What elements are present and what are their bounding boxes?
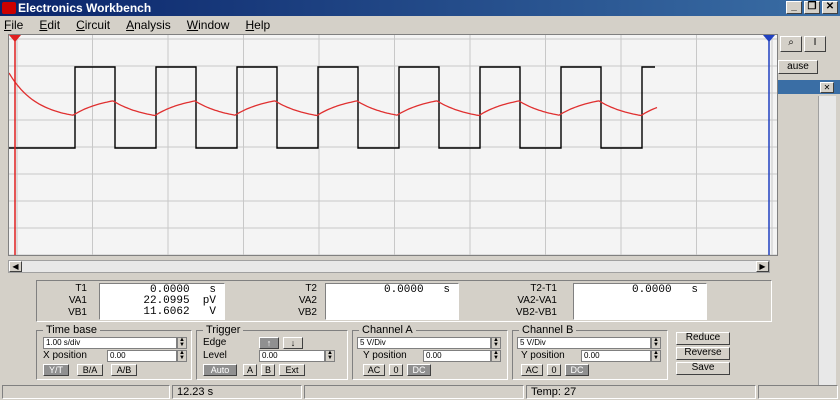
vertical-scrollbar[interactable]	[818, 96, 836, 386]
channel-b-title: Channel B	[519, 324, 577, 336]
restore-button[interactable]: ❐	[804, 1, 820, 14]
status-bar: 12.23 s Temp: 27	[0, 383, 840, 400]
switch-icon[interactable]: I	[804, 36, 826, 52]
status-temp: Temp: 27	[526, 385, 756, 399]
channel-b-scale-field[interactable]: 5 V/Div	[517, 337, 651, 349]
edge-label: Edge	[203, 337, 227, 348]
t2-label: T2	[305, 283, 317, 294]
channel-a-ypos-label: Y position	[363, 350, 407, 361]
side-panel: ⌕ I ause ✕	[778, 34, 840, 386]
menu-help[interactable]: Help	[245, 18, 270, 32]
channel-b-ypos-field[interactable]: 0.00	[581, 350, 651, 362]
va1-label: VA1	[68, 295, 87, 306]
channel-b-zero-button[interactable]: 0	[547, 364, 561, 376]
channel-a-zero-button[interactable]: 0	[389, 364, 403, 376]
dt-label: T2-T1	[530, 283, 557, 294]
xpos-label: X position	[43, 350, 87, 361]
channel-a-title: Channel A	[359, 324, 416, 336]
level-label: Level	[203, 350, 227, 361]
oscilloscope-display[interactable]	[8, 34, 778, 256]
status-time: 12.23 s	[172, 385, 302, 399]
reduce-button[interactable]: Reduce	[676, 332, 730, 345]
timebase-title: Time base	[43, 324, 100, 336]
readout-panel: T1 VA1 VB1 0.0000 s 22.0995 pV 11.6062 V…	[36, 280, 772, 322]
window-title: Electronics Workbench	[18, 1, 152, 15]
menu-bar: File Edit Circuit Analysis Window Help	[0, 16, 840, 33]
menu-window[interactable]: Window	[187, 18, 230, 32]
channel-a-scale-field[interactable]: 5 V/Div	[357, 337, 491, 349]
xpos-spin-icon[interactable]: ▲ ▼	[177, 350, 187, 362]
channel-b-group: Channel B 5 V/Div ▲ ▼ Y position 0.00 ▲ ▼ …	[512, 324, 668, 380]
menu-analysis[interactable]: Analysis	[126, 18, 171, 32]
status-pane-1	[2, 385, 170, 399]
vb2-label: VB2	[298, 307, 317, 318]
app-icon[interactable]	[2, 2, 16, 14]
trigger-title: Trigger	[203, 324, 244, 336]
channel-a-group: Channel A 5 V/Div ▲ ▼ Y position 0.00 ▲ ▼ …	[352, 324, 508, 380]
dt-value: 0.0000 s	[631, 284, 698, 296]
menu-file[interactable]: File	[4, 18, 23, 32]
menu-edit[interactable]: Edit	[39, 18, 60, 32]
trigger-group: Trigger Edge ↑ ↓ Level 0.00 ▲ ▼ Auto A B …	[196, 324, 348, 380]
level-spin-icon[interactable]: ▲ ▼	[325, 350, 335, 362]
ba-button[interactable]: B/A	[77, 364, 103, 376]
difference-readout: 0.0000 s	[573, 283, 707, 320]
channel-a-trace	[9, 72, 658, 117]
scroll-left-icon[interactable]: ◀	[9, 261, 22, 272]
dvb-label: VB2-VB1	[515, 307, 557, 318]
falling-edge-icon[interactable]: ↓	[283, 337, 303, 349]
va2-label: VA2	[298, 295, 317, 306]
channel-b-ypos-label: Y position	[521, 350, 565, 361]
channel-b-ac-button[interactable]: AC	[521, 364, 543, 376]
channel-b-ypos-spin-icon[interactable]: ▲ ▼	[651, 350, 661, 362]
cursor2-readout: 0.0000 s	[325, 283, 459, 320]
timebase-spin-icon[interactable]: ▲ ▼	[177, 337, 187, 349]
channel-a-ypos-field[interactable]: 0.00	[423, 350, 491, 362]
dva-label: VA2-VA1	[517, 295, 557, 306]
save-button[interactable]: Save	[676, 362, 730, 375]
trigger-b-button[interactable]: B	[261, 364, 275, 376]
scroll-right-icon[interactable]: ▶	[756, 261, 769, 272]
t1-label: T1	[75, 283, 87, 294]
channel-a-spin-icon[interactable]: ▲ ▼	[491, 337, 501, 349]
vb1-label: VB1	[68, 307, 87, 318]
cursor1-readout: 0.0000 s 22.0995 pV 11.6062 V	[99, 283, 225, 320]
channel-b-dc-button[interactable]: DC	[565, 364, 589, 376]
horizontal-scrollbar[interactable]: ◀ ▶	[8, 260, 770, 273]
zoom-icon[interactable]: ⌕	[780, 36, 802, 52]
status-pane-5	[758, 385, 838, 399]
reverse-button[interactable]: Reverse	[676, 347, 730, 360]
ab-button[interactable]: A/B	[111, 364, 137, 376]
title-bar: Electronics Workbench _ ❐ ✕	[0, 0, 840, 16]
scope-plot	[9, 35, 777, 255]
minimize-button[interactable]: _	[786, 1, 802, 14]
t2-value: 0.0000 s	[383, 284, 450, 296]
auto-button[interactable]: Auto	[203, 364, 237, 376]
level-field[interactable]: 0.00	[259, 350, 325, 362]
pause-button[interactable]: ause	[778, 60, 818, 74]
close-button[interactable]: ✕	[822, 1, 838, 14]
timebase-scale-field[interactable]: 1.00 s/div	[43, 337, 177, 349]
channel-a-ypos-spin-icon[interactable]: ▲ ▼	[491, 350, 501, 362]
channel-b-spin-icon[interactable]: ▲ ▼	[651, 337, 661, 349]
status-pane-3	[304, 385, 524, 399]
channel-a-dc-button[interactable]: DC	[407, 364, 431, 376]
yt-button[interactable]: Y/T	[43, 364, 69, 376]
rising-edge-icon[interactable]: ↑	[259, 337, 279, 349]
trigger-a-button[interactable]: A	[243, 364, 257, 376]
panel-close-icon[interactable]: ✕	[820, 82, 834, 93]
menu-circuit[interactable]: Circuit	[76, 18, 110, 32]
timebase-group: Time base 1.00 s/div ▲ ▼ X position 0.00 …	[36, 324, 192, 380]
ext-button[interactable]: Ext	[279, 364, 305, 376]
channel-a-ac-button[interactable]: AC	[363, 364, 385, 376]
xpos-field[interactable]: 0.00	[107, 350, 177, 362]
vb1-value: 11.6062 V	[143, 306, 216, 318]
